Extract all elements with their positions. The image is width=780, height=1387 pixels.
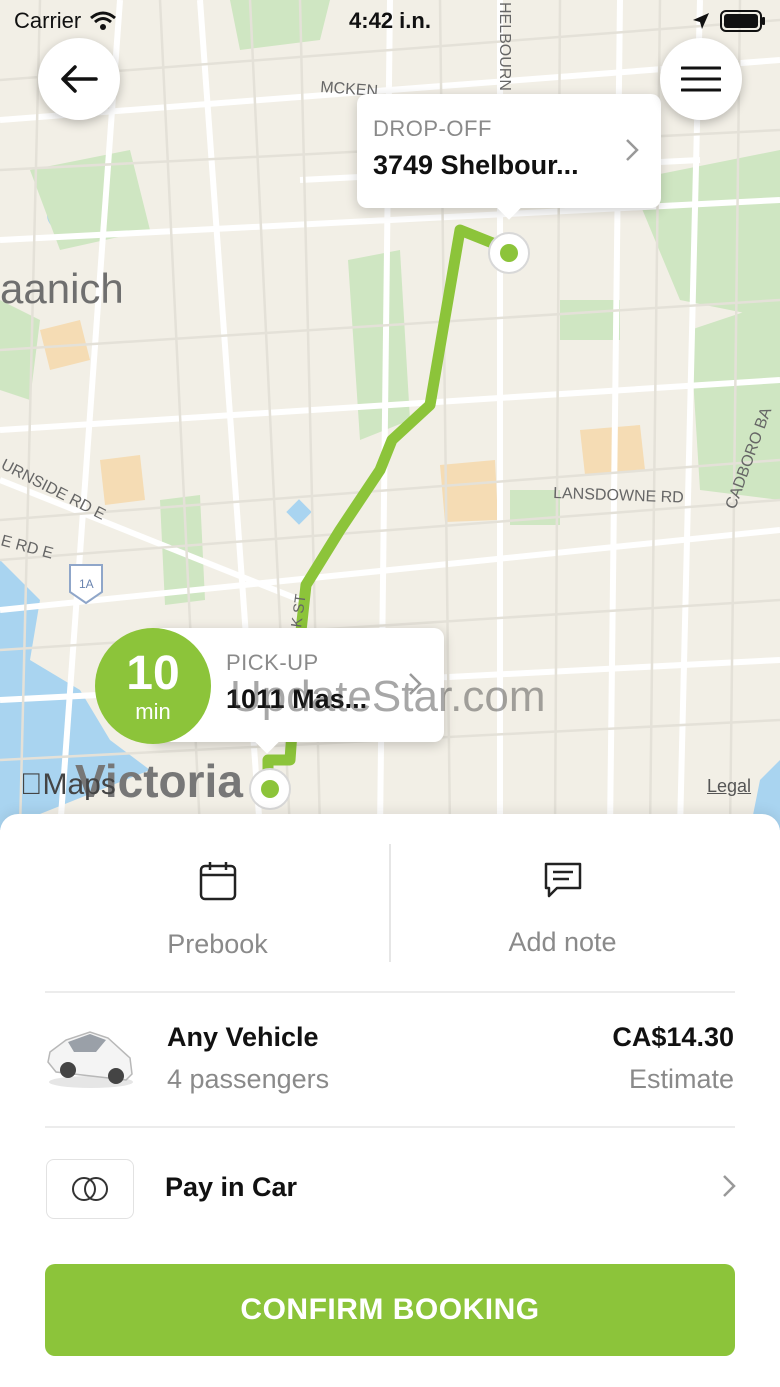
legal-link[interactable]: Legal — [707, 776, 751, 797]
payment-method-label: Pay in Car — [165, 1172, 298, 1202]
car-icon — [47, 1031, 133, 1088]
maps-brand-text: Maps — [20, 768, 116, 801]
eta-unit: min — [135, 699, 171, 724]
apple-maps-logo: Maps — [20, 768, 116, 802]
hamburger-menu-icon — [681, 66, 721, 92]
map-label-burnside: URNSIDE RD E — [0, 456, 108, 523]
fare-price: CA$14.30 — [612, 1022, 734, 1052]
calendar-icon — [199, 862, 236, 901]
confirm-booking-button[interactable]: CONFIRM BOOKING — [45, 1264, 735, 1356]
divider — [45, 991, 735, 993]
dropoff-address: 3749 Shelbour... — [373, 150, 579, 180]
chevron-right-icon — [723, 1175, 736, 1197]
card-circles-icon — [72, 1177, 108, 1201]
location-arrow-icon — [693, 13, 709, 29]
map-label-saanich: aanich — [0, 265, 124, 312]
arrow-left-icon — [61, 65, 98, 93]
status-bar: Carrier 4:42 i.n. — [0, 0, 780, 40]
prebook-label: Prebook — [167, 929, 268, 959]
note-icon — [544, 862, 581, 898]
status-time: 4:42 i.n. — [349, 8, 431, 33]
vehicle-name: Any Vehicle — [167, 1022, 319, 1052]
add-note-label: Add note — [508, 927, 617, 957]
apple-icon:  — [20, 768, 43, 801]
dropoff-label: DROP-OFF — [373, 116, 492, 141]
map-label-lansdowne: LANSDOWNE RD — [553, 485, 684, 507]
divider — [45, 1126, 735, 1128]
chevron-right-icon — [409, 673, 422, 695]
eta-badge: 10 min — [95, 628, 211, 744]
eta-value: 10 — [126, 647, 180, 700]
payment-method-icon-box — [46, 1159, 134, 1219]
menu-button[interactable] — [660, 38, 742, 120]
map-label-shield: 1A — [79, 577, 94, 591]
add-note-button[interactable]: Add note — [390, 844, 735, 984]
dropoff-callout[interactable]: DROP-OFF 3749 Shelbour... — [357, 94, 661, 220]
prebook-button[interactable]: Prebook — [45, 844, 390, 984]
back-button[interactable] — [38, 38, 120, 120]
fare-estimate-label: Estimate — [628, 1064, 734, 1094]
battery-icon — [720, 10, 765, 32]
vehicle-capacity: 4 passengers — [167, 1064, 330, 1094]
booking-sheet: Prebook Add note Any Vehicle 4 passenger… — [0, 814, 780, 1387]
chevron-right-icon — [626, 139, 639, 161]
